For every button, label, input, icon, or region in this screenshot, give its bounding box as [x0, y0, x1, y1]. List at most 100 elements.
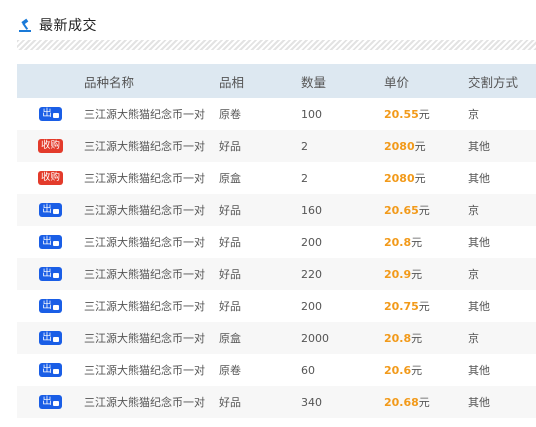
- trade-type-badge: 出: [39, 267, 62, 281]
- table-row[interactable]: 出三江源大熊猫纪念币一对 好品 220 20.9元京: [17, 258, 536, 290]
- product-name[interactable]: 三江源大熊猫纪念币一对: [84, 394, 219, 410]
- price: 20.9元: [384, 266, 468, 282]
- table-header: 品种名称 品相 数量 单价 交割方式: [17, 64, 536, 98]
- quantity: 160: [301, 203, 322, 217]
- quantity: 60: [301, 363, 315, 377]
- section-header: 最新成交: [17, 14, 97, 36]
- table-row[interactable]: 出三江源大熊猫纪念币一对 原盒 2000 20.8元京: [17, 322, 536, 354]
- product-name[interactable]: 三江源大熊猫纪念币一对: [84, 106, 219, 122]
- type-cell: 出: [17, 203, 84, 217]
- delivery-method: 其他: [468, 300, 490, 313]
- condition: 好品: [219, 140, 241, 153]
- price: 20.8元: [384, 330, 468, 346]
- decorative-stripe: [17, 40, 536, 50]
- lock-icon: [52, 208, 59, 214]
- table-row[interactable]: 收购 三江源大熊猫纪念币一对 好品 2 2080元 其他: [17, 130, 536, 162]
- type-cell: 出: [17, 107, 84, 121]
- trade-type-badge: 出: [39, 331, 62, 345]
- quantity: 220: [301, 267, 322, 281]
- trade-type-label: 出: [42, 364, 52, 375]
- lock-icon: [52, 272, 59, 278]
- trade-type-label: 收购: [40, 140, 60, 151]
- table-row[interactable]: 出三江源大熊猫纪念币一对 好品 200 20.75元 其他: [17, 290, 536, 322]
- type-cell: 出: [17, 299, 84, 313]
- column-header-condition: 品相: [219, 74, 245, 90]
- type-cell: 出: [17, 331, 84, 345]
- quantity: 200: [301, 235, 322, 249]
- lock-icon: [52, 336, 59, 342]
- trade-type-badge: 出: [39, 363, 62, 377]
- product-name[interactable]: 三江源大熊猫纪念币一对: [84, 266, 219, 282]
- table-row[interactable]: 出 三江源大熊猫纪念币一对 好品 160 20.65元京: [17, 194, 536, 226]
- product-name[interactable]: 三江源大熊猫纪念币一对: [84, 298, 219, 314]
- price: 20.68元: [384, 394, 468, 410]
- table-row[interactable]: 出三江源大熊猫纪念币一对 好品 340 20.68元 其他: [17, 386, 536, 418]
- delivery-method: 其他: [468, 364, 490, 377]
- trade-type-badge: 出: [39, 107, 62, 121]
- lock-icon: [52, 400, 59, 406]
- price: 20.65元: [384, 202, 468, 218]
- price: 20.75元: [384, 298, 468, 314]
- trade-type-badge: 出: [39, 395, 62, 409]
- type-cell: 出: [17, 235, 84, 249]
- product-name[interactable]: 三江源大熊猫纪念币一对: [84, 330, 219, 346]
- table-row[interactable]: 出三江源大熊猫纪念币一对 好品 200 20.8元 其他: [17, 226, 536, 258]
- delivery-method: 其他: [468, 140, 490, 153]
- trades-table: 品种名称 品相 数量 单价 交割方式 出三江源大熊猫纪念币一对 原卷 100 20.5…: [17, 64, 536, 418]
- column-header-name: 品种名称: [84, 74, 135, 90]
- price-value: 20.6: [384, 364, 412, 377]
- table-row[interactable]: 出 三江源大熊猫纪念币一对 原卷 60 20.6元 其他: [17, 354, 536, 386]
- price-value: 20.9: [384, 268, 412, 281]
- price-unit: 元: [411, 268, 423, 281]
- delivery-method: 京: [468, 108, 479, 121]
- type-cell: 收购: [17, 139, 84, 153]
- table-row[interactable]: 收购 三江源大熊猫纪念币一对 原盒 2 2080元 其他: [17, 162, 536, 194]
- price-unit: 元: [414, 140, 426, 153]
- table-body: 出三江源大熊猫纪念币一对 原卷 100 20.55元京收购 三江源大熊猫纪念币一对 好品 2…: [17, 98, 536, 418]
- trade-type-label: 出: [42, 300, 52, 311]
- condition: 好品: [219, 204, 241, 217]
- trade-type-badge: 出: [39, 203, 62, 217]
- type-cell: 收购: [17, 171, 84, 185]
- column-header-quantity: 数量: [301, 74, 327, 90]
- price-unit: 元: [411, 236, 423, 249]
- delivery-method: 京: [468, 268, 479, 281]
- quantity: 100: [301, 107, 322, 121]
- price-value: 2080: [384, 172, 415, 185]
- product-name[interactable]: 三江源大熊猫纪念币一对: [84, 138, 219, 154]
- product-name[interactable]: 三江源大熊猫纪念币一对: [84, 234, 219, 250]
- condition: 原盒: [219, 332, 241, 345]
- condition: 好品: [219, 396, 241, 409]
- delivery-method: 京: [468, 204, 479, 217]
- price-unit: 元: [414, 172, 426, 185]
- condition: 原卷: [219, 364, 241, 377]
- condition: 原卷: [219, 108, 241, 121]
- price-unit: 元: [418, 300, 430, 313]
- auction-hammer-icon: [19, 18, 31, 32]
- trade-type-label: 出: [42, 108, 52, 119]
- lock-icon: [52, 304, 59, 310]
- product-name[interactable]: 三江源大熊猫纪念币一对: [84, 170, 219, 186]
- section-title: 最新成交: [39, 18, 97, 34]
- price-unit: 元: [418, 108, 430, 121]
- price-value: 20.68: [384, 396, 419, 409]
- delivery-method: 其他: [468, 236, 490, 249]
- price: 20.55元: [384, 106, 468, 122]
- condition: 原盒: [219, 172, 241, 185]
- price-value: 20.75: [384, 300, 419, 313]
- product-name[interactable]: 三江源大熊猫纪念币一对: [84, 362, 219, 378]
- price-value: 20.8: [384, 332, 412, 345]
- price-value: 20.65: [384, 204, 419, 217]
- quantity: 340: [301, 395, 322, 409]
- trade-type-label: 出: [42, 268, 52, 279]
- price: 20.8元: [384, 234, 468, 250]
- price-unit: 元: [411, 364, 423, 377]
- price-value: 2080: [384, 140, 415, 153]
- trade-type-label: 收购: [40, 172, 60, 183]
- quantity: 2: [301, 139, 308, 153]
- column-header-delivery: 交割方式: [468, 74, 519, 90]
- table-row[interactable]: 出 三江源大熊猫纪念币一对 原卷 100 20.55元京: [17, 98, 536, 130]
- trade-type-badge: 出: [39, 299, 62, 313]
- trade-type-badge: 出: [39, 235, 62, 249]
- product-name[interactable]: 三江源大熊猫纪念币一对: [84, 202, 219, 218]
